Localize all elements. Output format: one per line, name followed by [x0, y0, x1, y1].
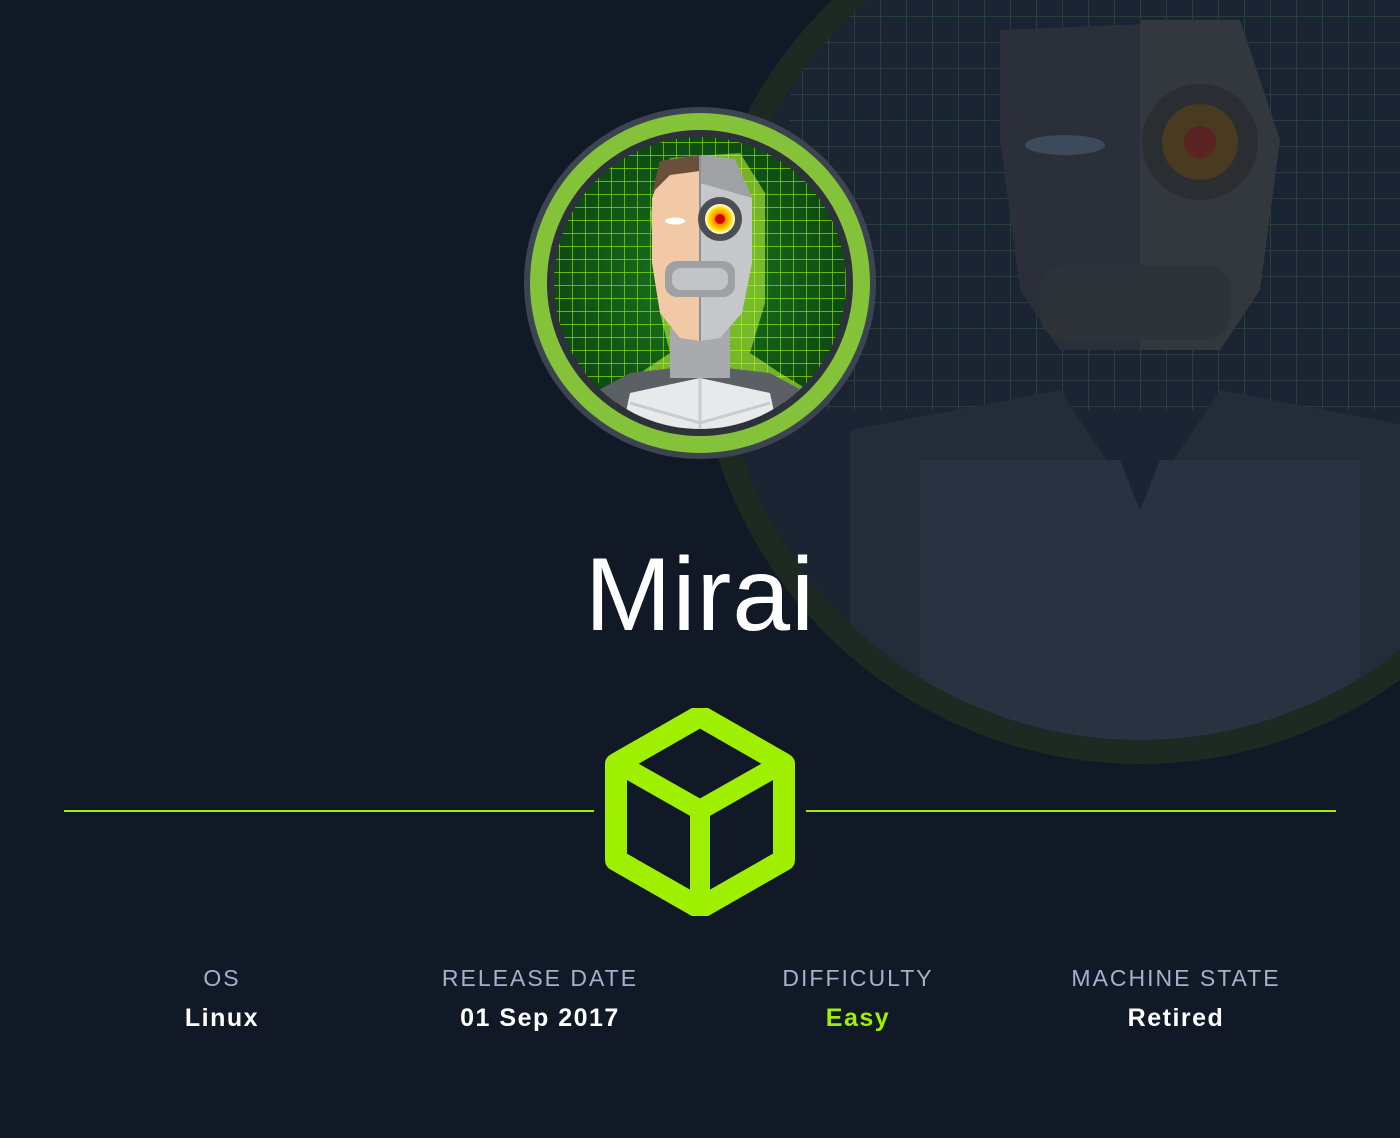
stat-difficulty: DIFFICULTY Easy	[708, 962, 1008, 1034]
stat-os: OS Linux	[72, 962, 372, 1034]
divider-right	[806, 810, 1336, 812]
stat-difficulty-value: Easy	[825, 1004, 891, 1032]
divider-left	[64, 810, 594, 812]
machine-avatar	[524, 107, 876, 459]
stat-release-date-label: RELEASE DATE	[441, 965, 639, 991]
machine-name: Mirai	[584, 537, 816, 653]
stat-os-value: Linux	[184, 1004, 260, 1032]
cube-icon	[605, 708, 795, 916]
stat-os-label: OS	[203, 965, 241, 991]
stat-machine-state: MACHINE STATE Retired	[1026, 962, 1326, 1034]
stat-difficulty-label: DIFFICULTY	[782, 965, 934, 991]
stat-machine-state-label: MACHINE STATE	[1071, 965, 1281, 991]
stat-release-date: RELEASE DATE 01 Sep 2017	[390, 962, 690, 1034]
stat-machine-state-value: Retired	[1127, 1004, 1225, 1032]
stat-release-date-value: 01 Sep 2017	[460, 1004, 620, 1032]
